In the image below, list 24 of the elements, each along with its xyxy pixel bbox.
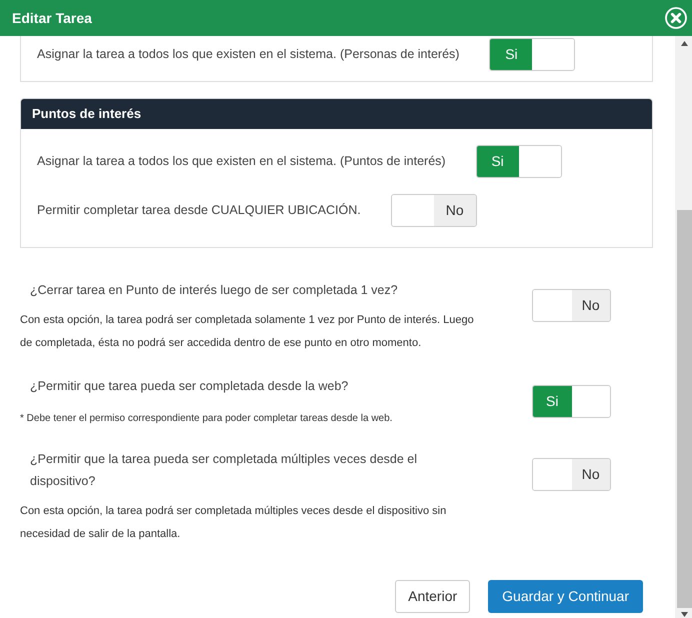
description-text: Con esta opción, la tarea podrá ser completada solamente 1 vez por Punto de interés. Luego de completada, ésta no podrá ser accedida dentro de ese punto en otro momento. — [20, 313, 475, 351]
window-title: Editar Tarea — [12, 8, 92, 28]
note-text: * Debe tener el permiso correspondiente para poder completar tareas desde la web. — [20, 412, 394, 426]
toggle-switch[interactable]: No — [390, 194, 477, 227]
description-text: Con esta opción, la tarea podrá ser completada múltiples veces desde el dispositivo sin necesidad de salir de la pantalla. — [20, 504, 448, 542]
setting-label: Asignar la tarea a todos los que existen en el sistema. (Puntos de interés) — [37, 153, 446, 170]
question-text: ¿Permitir que la tarea pueda ser completada múltiples veces desde el dispositivo? — [29, 451, 418, 490]
panel-title: Puntos de interés — [32, 105, 142, 124]
scroll-down-icon[interactable] — [681, 612, 688, 617]
setting-label: Asignar la tarea a todos los que existen en el sistema. (Personas de interés) — [37, 46, 460, 64]
scroll-up-icon[interactable] — [681, 41, 688, 46]
close-icon[interactable] — [665, 7, 687, 29]
scrollbar-thumb[interactable] — [677, 210, 692, 608]
scrollbar[interactable] — [675, 36, 692, 618]
toggle-switch[interactable]: Si — [532, 385, 611, 418]
toggle-switch[interactable]: Si — [489, 38, 576, 71]
toggle-switch[interactable]: Si — [476, 145, 562, 178]
toggle-switch[interactable]: No — [532, 289, 611, 322]
toggle-switch[interactable]: No — [532, 458, 611, 491]
question-text: ¿Permitir que tarea pueda ser completada desde la web? — [29, 378, 350, 395]
save-continue-button[interactable]: Guardar y Continuar — [488, 580, 643, 613]
question-text: ¿Cerrar tarea en Punto de interés luego de ser completada 1 vez? — [29, 282, 399, 299]
previous-button[interactable]: Anterior — [395, 580, 470, 613]
setting-label: Permitir completar tarea desde CUALQUIER UBICACIÓN. — [37, 202, 361, 220]
